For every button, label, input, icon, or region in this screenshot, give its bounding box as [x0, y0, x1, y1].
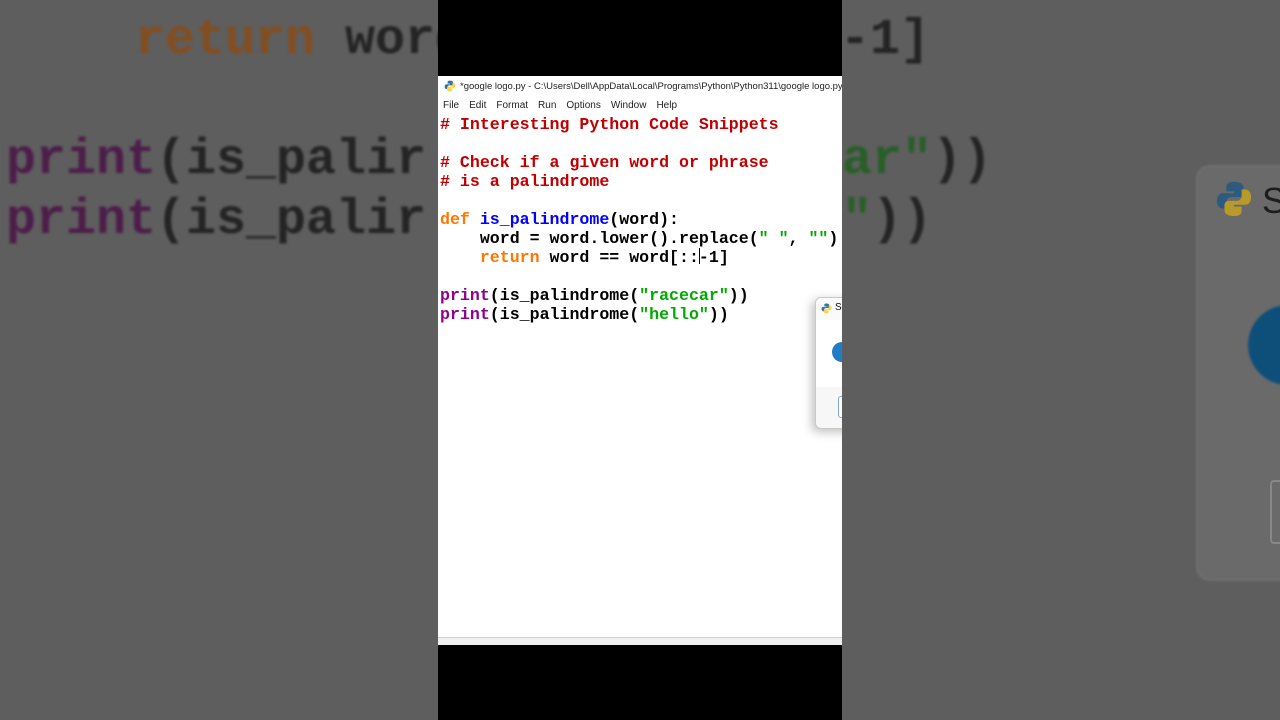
status-bar — [438, 637, 842, 645]
dialog-python-icon — [821, 303, 832, 314]
bg-python-icon — [1216, 181, 1252, 217]
print-builtin-2: print — [440, 305, 490, 324]
call-open-1: (is_palindrome( — [489, 286, 640, 305]
video-frame: *google logo.py - C:\Users\Dell\AppData\… — [438, 0, 842, 720]
string-hello: "hello" — [639, 305, 709, 324]
bg-return-keyword: return — [135, 12, 316, 69]
bg-close-1: )) — [932, 132, 993, 189]
bg-print-line-2: print(is_palir — [6, 192, 426, 249]
string-racecar: "racecar" — [639, 286, 729, 305]
replace-call: word = word.lower().replace( — [440, 229, 759, 248]
code-line-3: # Check if a given word or phrase — [440, 153, 769, 172]
menu-edit[interactable]: Edit — [464, 100, 491, 111]
menu-format[interactable]: Format — [491, 100, 533, 111]
bg-string-1: ar" — [842, 132, 933, 189]
return-slice-end: -1] — [698, 248, 729, 267]
return-expr: word == word[:: — [539, 248, 699, 267]
call-close-2: )) — [708, 305, 729, 324]
dialog-title-letter: S — [835, 302, 842, 313]
def-params: (word): — [609, 210, 680, 229]
bg-close-2: )) — [872, 192, 933, 249]
bg-string-end-2: ")) — [842, 192, 932, 249]
menu-bar: File Edit Format Run Options Window Help — [438, 96, 842, 116]
code-line-10: print(is_palindrome("racecar")) — [438, 286, 842, 305]
code-line-6: def is_palindrome(word): — [438, 210, 842, 229]
bg-print-line-1: print(is_palir — [6, 132, 426, 189]
code-line-1: # Interesting Python Code Snippets — [440, 115, 779, 134]
string-empty: "" — [808, 229, 829, 248]
bg-call-2: (is_palir — [156, 192, 427, 249]
print-builtin-1: print — [440, 286, 490, 305]
bg-string-2: " — [842, 192, 873, 249]
bg-print-keyword-1: print — [6, 132, 157, 189]
python-file-icon — [444, 80, 456, 92]
menu-run[interactable]: Run — [533, 100, 561, 111]
code-line-7: word = word.lower().replace(" ", "") — [438, 229, 842, 248]
call-open-2: (is_palindrome( — [489, 305, 640, 324]
bg-slice-end: -1] — [840, 12, 931, 69]
bg-dialog-button — [1270, 480, 1280, 544]
window-titlebar: *google logo.py - C:\Users\Dell\AppData\… — [438, 76, 842, 96]
replace-close: ) — [828, 229, 839, 248]
menu-file[interactable]: File — [438, 100, 464, 111]
string-space: " " — [758, 229, 789, 248]
window-title: *google logo.py - C:\Users\Dell\AppData\… — [460, 80, 842, 92]
dialog-button[interactable] — [838, 396, 842, 418]
save-dialog: S — [815, 297, 842, 429]
def-keyword: def — [440, 210, 470, 229]
code-editor[interactable]: # Interesting Python Code Snippets # Che… — [438, 115, 842, 637]
function-name: is_palindrome — [479, 210, 610, 229]
bg-string-end-1: ar")) — [842, 132, 992, 189]
code-line-4: # is a palindrome — [440, 172, 610, 191]
return-keyword: return — [479, 248, 540, 267]
menu-options[interactable]: Options — [561, 100, 605, 111]
call-close-1: )) — [728, 286, 749, 305]
replace-sep: , — [788, 229, 809, 248]
idle-editor-window: *google logo.py - C:\Users\Dell\AppData\… — [438, 76, 842, 645]
menu-window[interactable]: Window — [606, 100, 652, 111]
bg-return-line: return word — [135, 12, 465, 69]
bg-print-keyword-2: print — [6, 192, 157, 249]
code-line-8: return word == word[::-1] — [438, 248, 842, 267]
bg-call-1: (is_palir — [156, 132, 427, 189]
code-line-11: print(is_palindrome("hello")) — [438, 305, 842, 324]
menu-help[interactable]: Help — [651, 100, 682, 111]
bg-dialog-letter: S — [1262, 180, 1280, 221]
